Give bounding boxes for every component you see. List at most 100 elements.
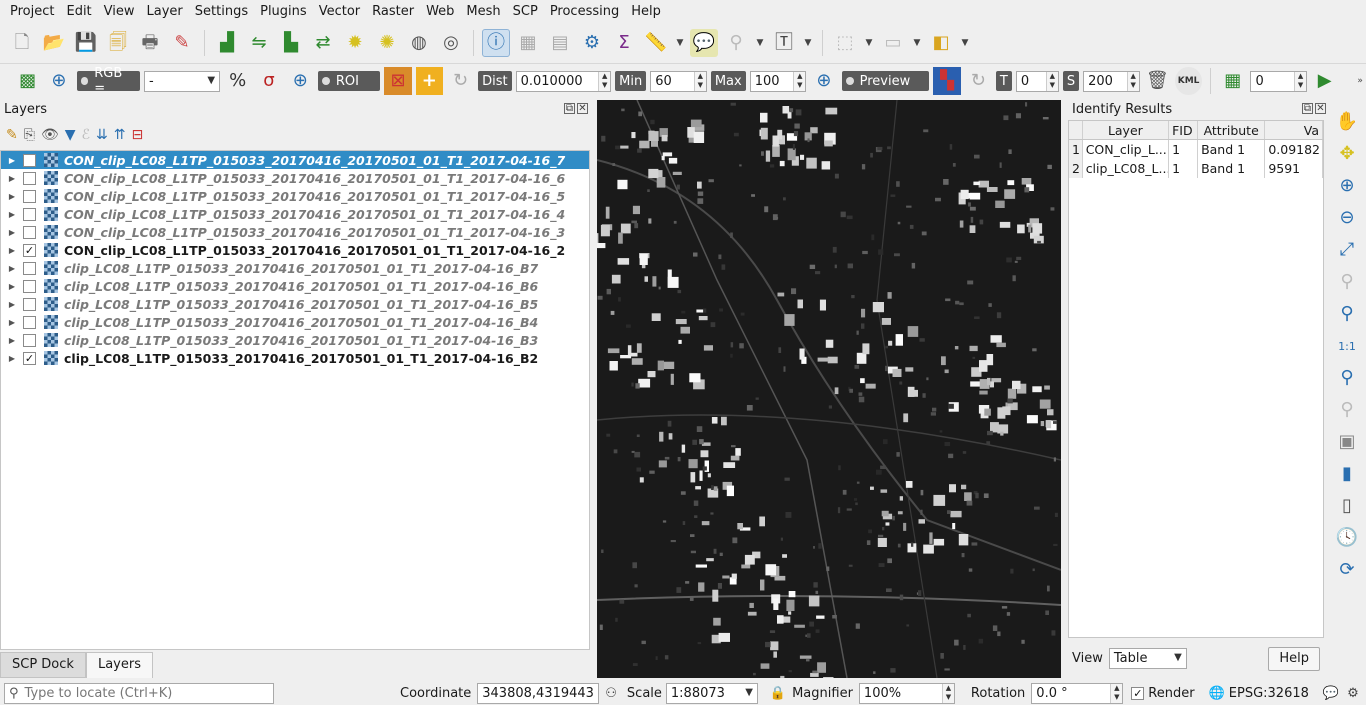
style-panel-icon[interactable]: ✎	[6, 127, 18, 143]
layer-visibility-checkbox[interactable]: ✓	[23, 243, 36, 257]
map-canvas[interactable]	[597, 100, 1061, 678]
column-attribute[interactable]: Attribute	[1198, 121, 1266, 139]
text-annotation-icon[interactable]: 🅃	[770, 29, 798, 57]
zoom-image-icon[interactable]: ⊕	[45, 67, 72, 95]
zoom-native-icon[interactable]: 1:1	[1332, 332, 1362, 360]
temporal-clock-icon[interactable]: 🕓	[1332, 524, 1362, 552]
s-spinbox[interactable]: 200 ▲ ▼	[1083, 70, 1140, 92]
identify-icon[interactable]: ⓘ	[482, 29, 510, 57]
add-raster-icon[interactable]: ✺	[373, 29, 401, 57]
print-layout-icon[interactable]: 🖶	[136, 29, 164, 57]
layer-row[interactable]: ▶ ✓ CON_clip_LC08_L1TP_015033_20170416_201…	[1, 241, 589, 259]
layer-row[interactable]: ▶ CON_clip_LC08_L1TP_015033_20170416_2017…	[1, 169, 589, 187]
dropdown-arrow-icon[interactable]: ▼	[911, 29, 923, 57]
map-tips-icon[interactable]: 💬	[690, 29, 718, 57]
layer-row[interactable]: ▶ clip_LC08_L1TP_015033_20170416_20170501…	[1, 331, 589, 349]
dropdown-arrow-icon[interactable]: ▼	[674, 29, 686, 57]
menu-web[interactable]: Web	[420, 0, 460, 23]
expand-arrow-icon[interactable]: ▶	[1, 156, 23, 165]
expand-arrow-icon[interactable]: ▶	[1, 318, 23, 327]
rgb-combo[interactable]: - ▼	[144, 70, 221, 92]
close-icon[interactable]: ✕	[1315, 103, 1326, 114]
help-button[interactable]: Help	[1268, 647, 1320, 671]
run-icon[interactable]: ▶	[1311, 67, 1338, 95]
layer-row[interactable]: ▶ clip_LC08_L1TP_015033_20170416_20170501…	[1, 313, 589, 331]
menu-mesh[interactable]: Mesh	[460, 0, 506, 23]
menu-vector[interactable]: Vector	[313, 0, 366, 23]
close-icon[interactable]: ✕	[577, 103, 588, 114]
menu-plugins[interactable]: Plugins	[254, 0, 313, 23]
scatter-plot-icon[interactable]: ▙	[277, 29, 305, 57]
layer-visibility-checkbox[interactable]	[23, 207, 36, 221]
kml-icon[interactable]: KML	[1174, 67, 1203, 95]
float-icon[interactable]: ⧉	[1302, 103, 1313, 114]
open-project-icon[interactable]: 📂	[40, 29, 68, 57]
add-group-icon[interactable]: ⎘	[24, 127, 35, 143]
show-bookmarks-icon[interactable]: ▮	[1332, 460, 1362, 488]
layer-visibility-checkbox[interactable]	[23, 171, 36, 185]
menu-raster[interactable]: Raster	[366, 0, 420, 23]
expand-arrow-icon[interactable]: ▶	[1, 336, 23, 345]
select-features-icon[interactable]: ⬚	[831, 29, 859, 57]
add-wms-icon[interactable]: ◎	[437, 29, 465, 57]
layer-row[interactable]: ▶ clip_LC08_L1TP_015033_20170416_20170501…	[1, 277, 589, 295]
expand-arrow-icon[interactable]: ▶	[1, 282, 23, 291]
menu-layer[interactable]: Layer	[141, 0, 189, 23]
field-calc-icon[interactable]: ▤	[546, 29, 574, 57]
remove-temp-files-icon[interactable]: 🗑	[1144, 67, 1171, 95]
crs-label[interactable]: EPSG:32618	[1229, 686, 1309, 701]
add-roi-icon[interactable]: +	[415, 67, 443, 95]
save-as-icon[interactable]: 🗐	[104, 29, 132, 57]
filter-expression-icon[interactable]: ℰ	[82, 127, 90, 143]
spectral-plot-icon[interactable]: ⇋	[245, 29, 273, 57]
percent-stretch-icon[interactable]: %	[224, 67, 251, 95]
scp-grid-icon[interactable]: ▩	[14, 67, 41, 95]
create-roi-icon[interactable]: ⊠	[384, 67, 412, 95]
menu-view[interactable]: View	[98, 0, 141, 23]
dropdown-arrow-icon[interactable]: ▼	[754, 29, 766, 57]
tab-scp-dock[interactable]: SCP Dock	[0, 652, 86, 678]
layer-visibility-checkbox[interactable]	[23, 225, 36, 239]
save-project-icon[interactable]: 💾	[72, 29, 100, 57]
zoom-roi-icon[interactable]: ⊕	[287, 67, 314, 95]
max-spinbox[interactable]: 100 ▲ ▼	[749, 70, 807, 92]
collapse-all-icon[interactable]: ⇈	[114, 127, 126, 143]
zoom-preview-icon[interactable]: ⊕	[810, 67, 837, 95]
rotation-spinbox[interactable]: 0.0 ° ▲ ▼	[1031, 682, 1124, 704]
expand-arrow-icon[interactable]: ▶	[1, 246, 23, 255]
pan-hand-icon[interactable]: ✋	[1332, 108, 1362, 136]
refresh-icon[interactable]: ⟳	[1332, 556, 1362, 584]
log-icon[interactable]: ⚙	[1347, 686, 1359, 701]
min-spinbox[interactable]: 60 ▲ ▼	[650, 70, 707, 92]
expand-arrow-icon[interactable]: ▶	[1, 192, 23, 201]
layer-visibility-checkbox[interactable]: ✓	[23, 351, 36, 365]
expand-arrow-icon[interactable]: ▶	[1, 210, 23, 219]
statistics-sigma-icon[interactable]: Σ	[610, 29, 638, 57]
expand-all-icon[interactable]: ⇊	[96, 127, 108, 143]
zoom-full-icon[interactable]: ⤢	[1332, 236, 1362, 264]
toolbar-overflow-icon[interactable]: »	[1354, 67, 1366, 95]
menu-help[interactable]: Help	[625, 0, 667, 23]
menu-edit[interactable]: Edit	[60, 0, 97, 23]
scale-combo[interactable]: 1:88073 ▼	[665, 682, 758, 704]
deselect-icon[interactable]: ▭	[879, 29, 907, 57]
layer-row[interactable]: ▶ clip_LC08_L1TP_015033_20170416_20170501…	[1, 295, 589, 313]
edit-layer-icon[interactable]: ◧	[927, 29, 955, 57]
zoom-out-icon[interactable]: ⊖	[1332, 204, 1362, 232]
add-layer-icon[interactable]: ✹	[341, 29, 369, 57]
table-row[interactable]: 2 clip_LC08_L... 1 Band 1 9591	[1069, 159, 1323, 178]
filter-legend-icon[interactable]: ▼	[65, 127, 76, 143]
table-row[interactable]: 1 CON_clip_L... 1 Band 1 0.09182	[1069, 140, 1323, 159]
layer-visibility-checkbox[interactable]	[23, 189, 36, 203]
layer-row[interactable]: ▶ CON_clip_LC08_L1TP_015033_20170416_2017…	[1, 151, 589, 169]
menu-project[interactable]: Project	[4, 0, 60, 23]
menu-scp[interactable]: SCP	[507, 0, 544, 23]
map-canvas-icon[interactable]: ▯	[1332, 492, 1362, 520]
layer-visibility-checkbox[interactable]	[23, 261, 36, 275]
attribute-table-icon[interactable]: ▦	[514, 29, 542, 57]
view-combo[interactable]: Table ▼	[1108, 648, 1187, 669]
dropdown-arrow-icon[interactable]: ▼	[959, 29, 971, 57]
locator-search-input[interactable]: ⚲ Type to locate (Ctrl+K)	[4, 682, 274, 704]
zoom-last-icon[interactable]: ⚲	[1332, 364, 1362, 392]
zoom-selection-icon[interactable]: ⚲	[722, 29, 750, 57]
